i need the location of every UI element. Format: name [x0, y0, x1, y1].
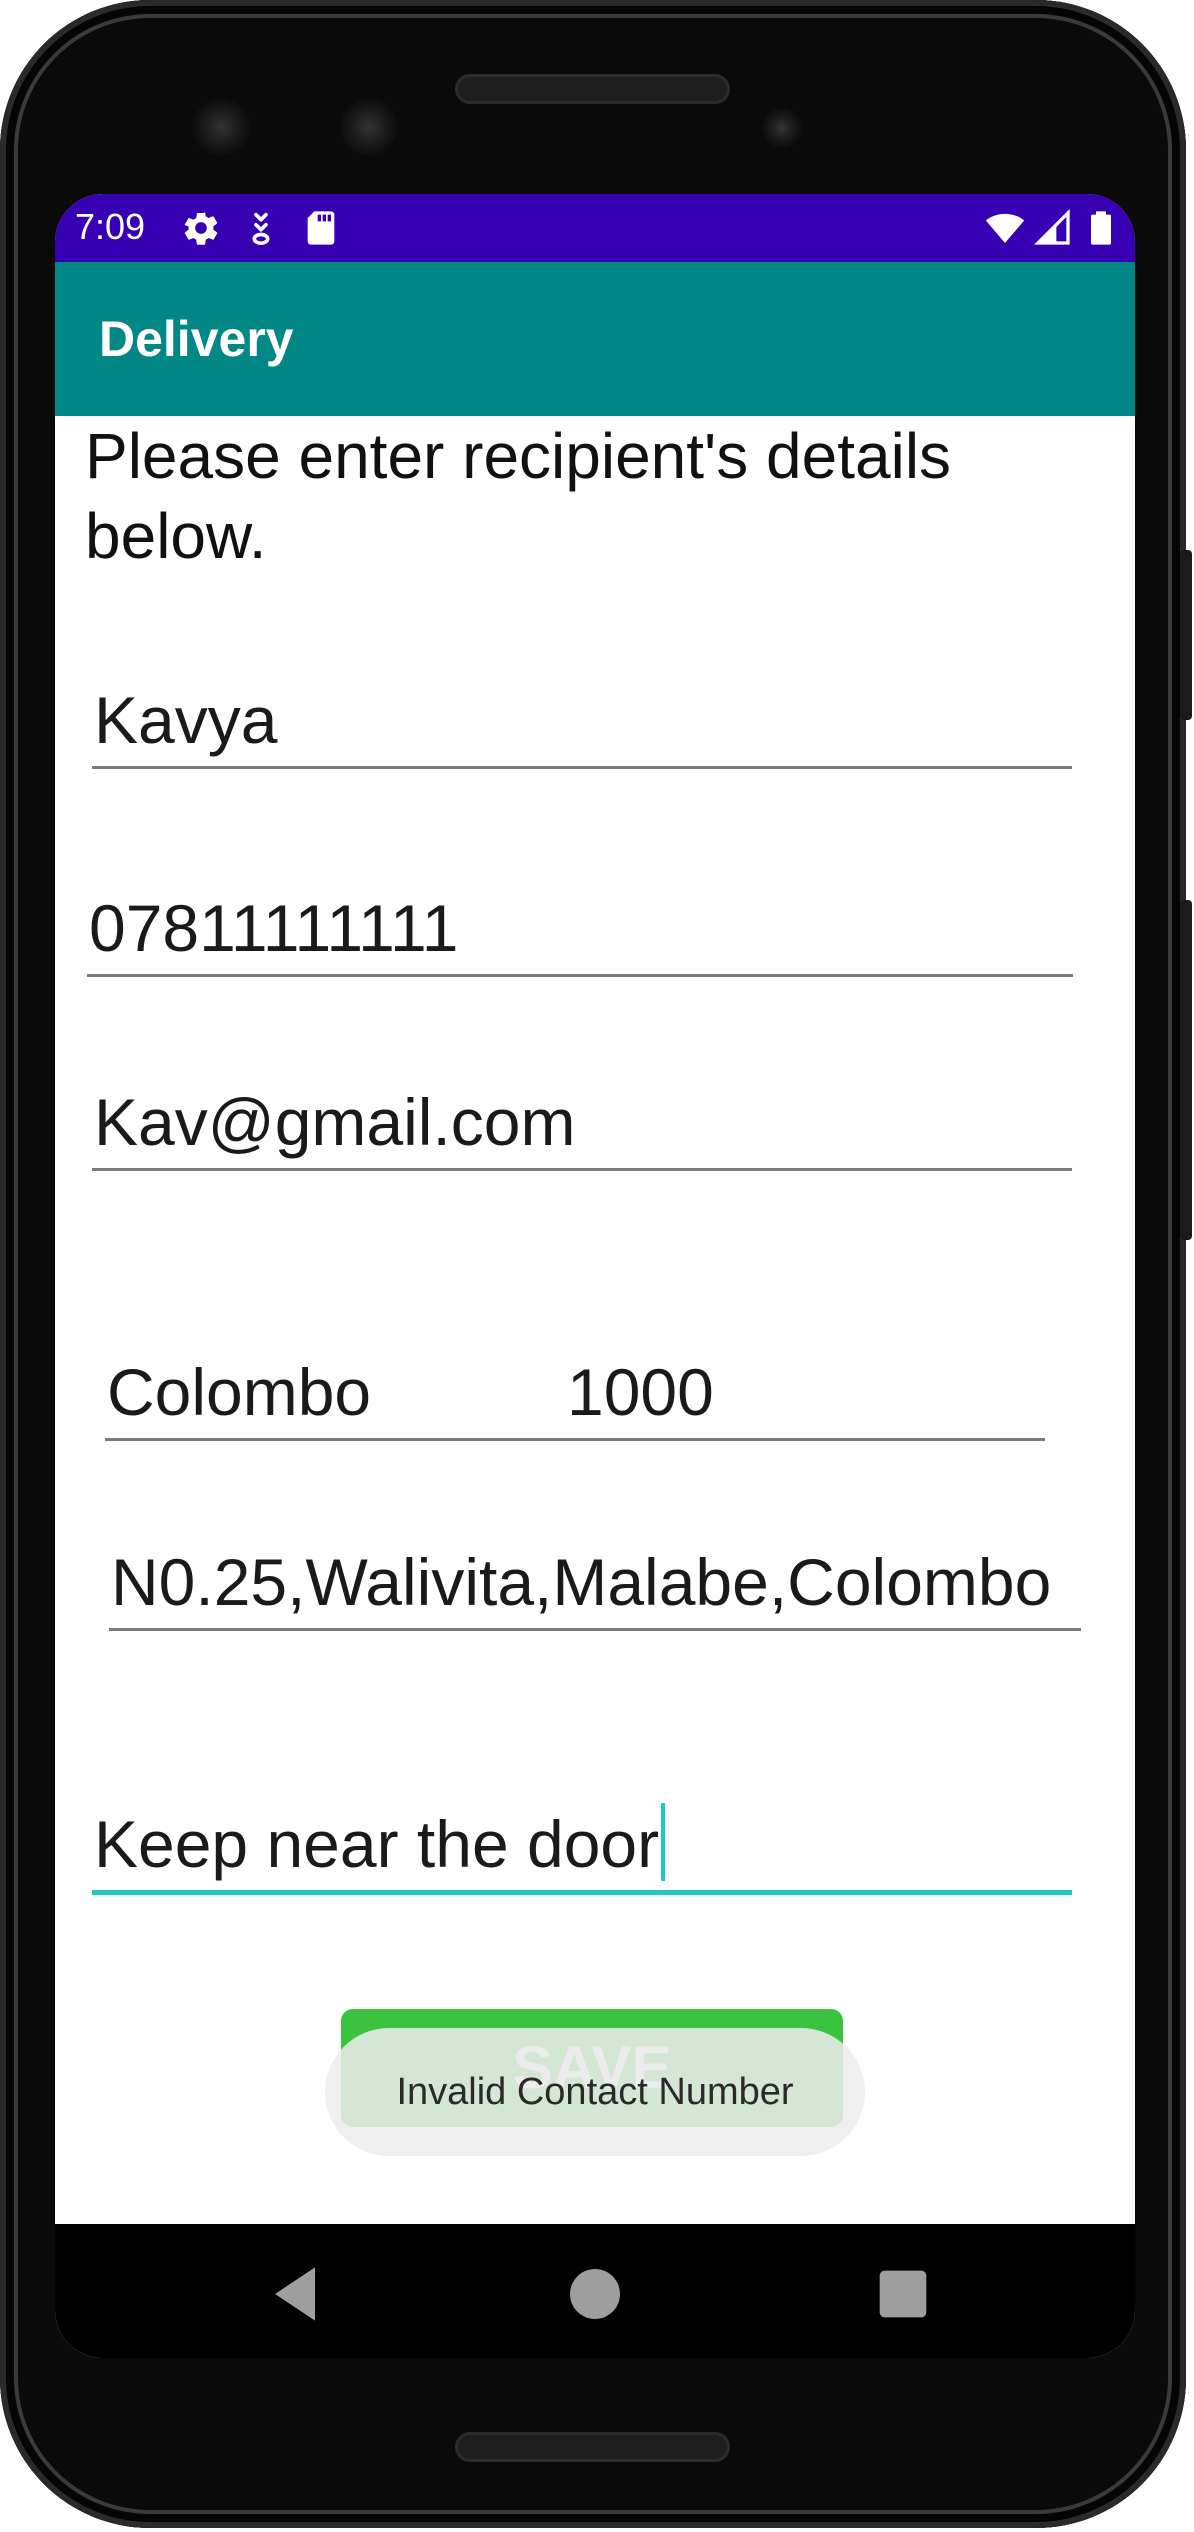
email-input[interactable]: Kav@gmail.com — [92, 1058, 1072, 1171]
earpiece-speaker — [455, 74, 730, 104]
contact-number-input[interactable]: 07811111111 — [87, 864, 1073, 977]
app-title: Delivery — [99, 311, 294, 367]
contact-number-value: 07811111111 — [89, 891, 459, 965]
instructions-text: Please enter recipient's details below. — [85, 420, 952, 572]
delivery-notes-text: Keep near the door — [94, 1807, 660, 1881]
toast-message: Invalid Contact Number — [325, 2028, 865, 2156]
sd-card-icon — [307, 211, 335, 245]
download-icon — [252, 212, 270, 245]
email-value: Kav@gmail.com — [94, 1085, 576, 1159]
text-cursor — [661, 1803, 666, 1881]
wifi-icon — [985, 213, 1025, 243]
power-button — [1180, 550, 1192, 720]
city-input[interactable]: Colombo — [105, 1328, 565, 1441]
phone-frame: 7:09 Delivery Please enter recipient's d… — [0, 0, 1194, 2532]
toast-text: Invalid Contact Number — [396, 2071, 794, 2113]
delivery-notes-value: Keep near the door — [94, 1803, 666, 1882]
status-bar: 7:09 — [55, 194, 1135, 262]
address-value: N0.25,Walivita,Malabe,Colombo — [111, 1545, 1052, 1619]
volume-button — [1180, 900, 1192, 1240]
back-icon[interactable] — [255, 2254, 335, 2334]
delivery-notes-input[interactable]: Keep near the door — [92, 1780, 1072, 1895]
app-bar: Delivery — [55, 262, 1135, 416]
home-icon[interactable] — [555, 2254, 635, 2334]
navigation-bar — [55, 2224, 1135, 2358]
bottom-speaker — [455, 2432, 730, 2462]
front-camera-icon — [340, 98, 398, 156]
name-value: Kavya — [94, 683, 278, 757]
signal-icon — [1033, 208, 1070, 245]
postal-code-input[interactable]: 1000 — [565, 1328, 1045, 1441]
status-time: 7:09 — [75, 206, 146, 247]
name-input[interactable]: Kavya — [92, 658, 1072, 769]
sensor-icon — [762, 108, 802, 148]
city-value: Colombo — [107, 1355, 372, 1429]
recents-icon[interactable] — [863, 2254, 943, 2334]
battery-icon — [1091, 211, 1111, 245]
front-camera-icon — [192, 98, 250, 156]
address-input[interactable]: N0.25,Walivita,Malabe,Colombo — [109, 1518, 1081, 1631]
screen: 7:09 Delivery Please enter recipient's d… — [55, 194, 1135, 2358]
gear-icon — [184, 212, 218, 245]
postal-code-value: 1000 — [567, 1355, 714, 1429]
